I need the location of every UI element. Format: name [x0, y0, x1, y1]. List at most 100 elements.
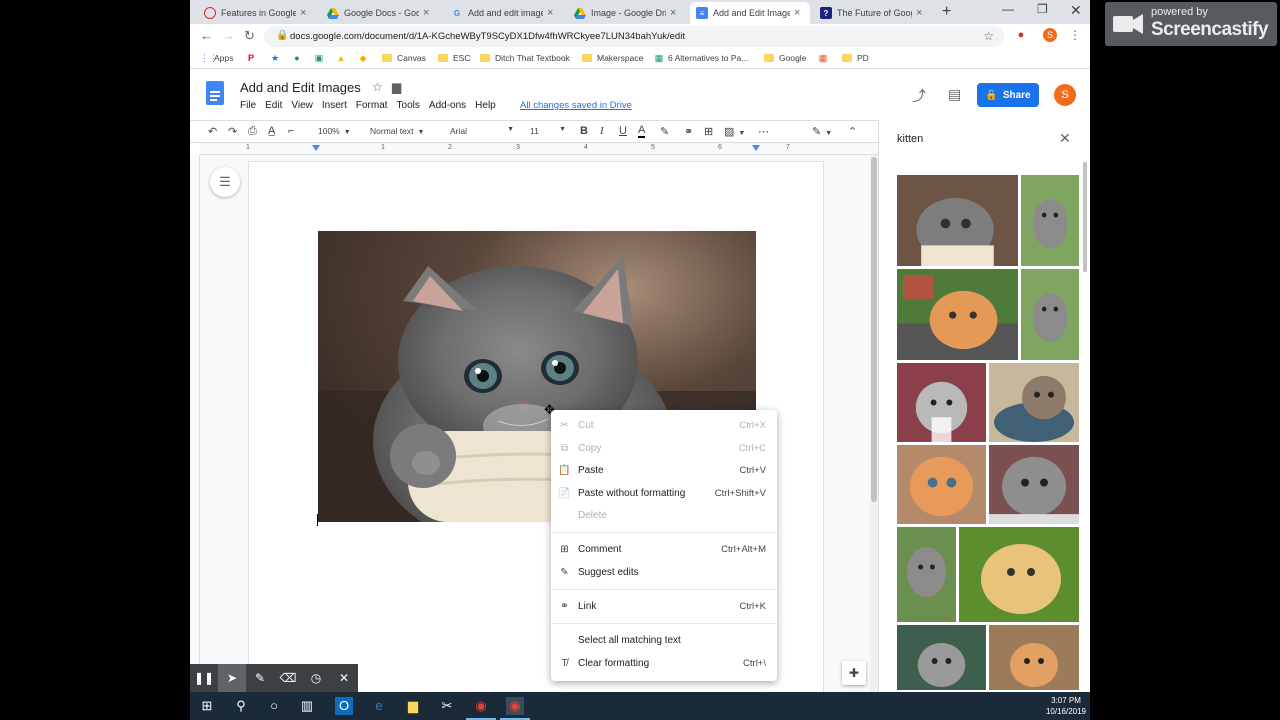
document-scrollbar[interactable] [870, 155, 878, 692]
bookmark-apps[interactable]: ⋮⋮ Apps [200, 53, 233, 63]
bookmark-classroom[interactable]: ▣ [314, 53, 328, 63]
close-tab-icon[interactable]: × [300, 7, 310, 19]
bookmark-drive[interactable]: ▲ [336, 53, 350, 63]
menu-insert[interactable]: Insert [322, 100, 347, 111]
context-item-paste-plain[interactable]: 📄 Paste without formatting Ctrl+Shift+V [551, 482, 777, 504]
tab-future-google[interactable]: ? The Future of Goog × [814, 2, 932, 24]
context-item-copy[interactable]: ⧉ Copy Ctrl+C [551, 437, 777, 459]
windows-start-icon[interactable]: ⊞ [198, 697, 216, 715]
system-clock[interactable]: 3:07 PM 10/16/2019 [1046, 695, 1086, 717]
context-item-clear-formatting[interactable]: T̸ Clear formatting Ctrl+\ [551, 652, 777, 674]
chrome-icon[interactable]: ◉ [472, 697, 490, 715]
font-size-select[interactable]: 11 ▼ [530, 126, 566, 136]
menu-view[interactable]: View [291, 100, 313, 111]
context-item-paste[interactable]: 📋 Paste Ctrl+V [551, 459, 777, 481]
indent-marker-icon[interactable] [312, 145, 320, 151]
zoom-select[interactable]: 100% ▼ [318, 126, 351, 136]
scroll-thumb[interactable] [871, 157, 877, 502]
search-icon[interactable]: ⚲ [232, 697, 250, 715]
menu-file[interactable]: File [240, 100, 256, 111]
right-indent-marker-icon[interactable] [752, 145, 760, 151]
forward-icon[interactable]: → [222, 28, 235, 43]
pointer-icon[interactable]: ➤ [218, 664, 246, 692]
close-tab-icon[interactable]: × [916, 7, 926, 19]
image-result[interactable] [897, 363, 986, 442]
profile-avatar[interactable]: S [1043, 28, 1057, 42]
bookmark-esc[interactable]: ESC [438, 53, 470, 63]
bookmark-microsoft[interactable]: ▦ [818, 53, 832, 63]
image-result[interactable] [989, 445, 1079, 524]
image-result[interactable] [897, 175, 1018, 266]
minimize-icon[interactable]: — [1002, 2, 1014, 16]
context-item-select-matching[interactable]: Select all matching text [551, 629, 777, 651]
tab-google-docs[interactable]: Google Docs - Goog × [321, 2, 439, 24]
image-search-query[interactable]: kitten [897, 133, 923, 145]
close-tab-icon[interactable]: × [794, 7, 804, 19]
address-bar[interactable]: 🔒 docs.google.com/document/d/1A-KGcheWBy… [264, 26, 1004, 47]
star-icon[interactable]: ☆ [372, 80, 383, 94]
activity-trend-icon[interactable]: ⤴ [912, 86, 926, 106]
bookmark-yellow[interactable]: ◆ [358, 53, 372, 63]
menu-format[interactable]: Format [356, 100, 388, 111]
panel-scrollbar[interactable] [1083, 162, 1087, 272]
close-icon[interactable]: ✕ [330, 664, 358, 692]
document-title[interactable]: Add and Edit Images [240, 80, 361, 95]
tab-image-drive[interactable]: Image - Google Driv × [568, 2, 686, 24]
user-avatar[interactable]: S [1054, 84, 1076, 106]
bookmark-star-icon[interactable]: ☆ [983, 29, 994, 43]
style-select[interactable]: Normal text ▼ [370, 126, 424, 136]
folder-icon[interactable]: ▆ [392, 80, 401, 94]
chrome-menu-icon[interactable]: ⋮ [1068, 28, 1082, 42]
maximize-icon[interactable]: ❐ [1037, 2, 1048, 16]
share-button[interactable]: 🔒 Share [977, 83, 1039, 107]
edge-icon[interactable]: e [370, 697, 388, 715]
url-text[interactable]: docs.google.com/document/d/1A-KGcheWByT9… [290, 31, 685, 42]
task-view-icon[interactable]: ▥ [298, 697, 316, 715]
image-result[interactable] [897, 625, 986, 690]
chrome-active-icon[interactable]: ◉ [506, 697, 524, 715]
link-icon[interactable]: ⚭ [684, 125, 693, 138]
bookmark-pinterest[interactable]: P [246, 53, 260, 63]
image-result[interactable] [989, 363, 1079, 442]
bookmark-pd[interactable]: PD [842, 53, 869, 63]
bookmark-ditch[interactable]: Ditch That Textbook [480, 53, 570, 63]
pause-icon[interactable]: ❚❚ [190, 664, 218, 692]
close-tab-icon[interactable]: × [547, 7, 557, 19]
tab-add-edit-images-help[interactable]: G Add and edit image × [445, 2, 563, 24]
menu-addons[interactable]: Add-ons [429, 100, 466, 111]
horizontal-ruler[interactable]: 1 1 2 3 4 5 6 7 [200, 143, 880, 155]
context-item-suggest[interactable]: ✎ Suggest edits [551, 561, 777, 583]
bookmark-green[interactable]: ● [292, 53, 306, 63]
tab-add-edit-images-doc[interactable]: ≡ Add and Edit Image × [690, 2, 810, 24]
pen-icon[interactable]: ✎ [246, 664, 274, 692]
context-item-link[interactable]: ⚭ Link Ctrl+K [551, 595, 777, 617]
bookmark-star[interactable]: ★ [270, 53, 284, 63]
timer-icon[interactable]: ◷ [302, 664, 330, 692]
image-result[interactable] [1021, 175, 1079, 266]
highlight-icon[interactable]: ✎ [660, 125, 669, 138]
new-tab-icon[interactable]: + [942, 3, 951, 21]
close-tab-icon[interactable]: × [423, 7, 433, 19]
extension-icon[interactable]: ● [1014, 28, 1028, 42]
context-item-comment[interactable]: ⊞ Comment Ctrl+Alt+M [551, 538, 777, 560]
docs-logo-icon[interactable] [206, 81, 224, 105]
image-result[interactable] [897, 527, 956, 622]
close-panel-icon[interactable]: ✕ [1059, 130, 1071, 147]
save-status[interactable]: All changes saved in Drive [520, 100, 632, 111]
close-tab-icon[interactable]: × [670, 7, 680, 19]
collapse-icon[interactable]: ⌃ [848, 125, 857, 138]
bookmark-makerspace[interactable]: Makerspace [582, 53, 643, 63]
font-select[interactable]: Arial ▼ [450, 126, 514, 136]
snipping-icon[interactable]: ✂ [438, 697, 456, 715]
text-color-icon[interactable]: A [638, 125, 646, 138]
image-result[interactable] [897, 445, 986, 524]
document-outline-icon[interactable]: ☰ [210, 167, 240, 197]
bold-icon[interactable]: B [580, 125, 588, 137]
redo-icon[interactable]: ↷ [228, 125, 237, 138]
paint-format-icon[interactable]: ⌐ [288, 125, 294, 137]
spellcheck-icon[interactable]: A̲ [268, 125, 275, 137]
outlook-icon[interactable]: O [335, 697, 353, 715]
tab-features[interactable]: Features in Google D × [198, 2, 316, 24]
file-explorer-icon[interactable]: ▆ [404, 697, 422, 715]
close-window-icon[interactable]: ✕ [1070, 2, 1082, 19]
